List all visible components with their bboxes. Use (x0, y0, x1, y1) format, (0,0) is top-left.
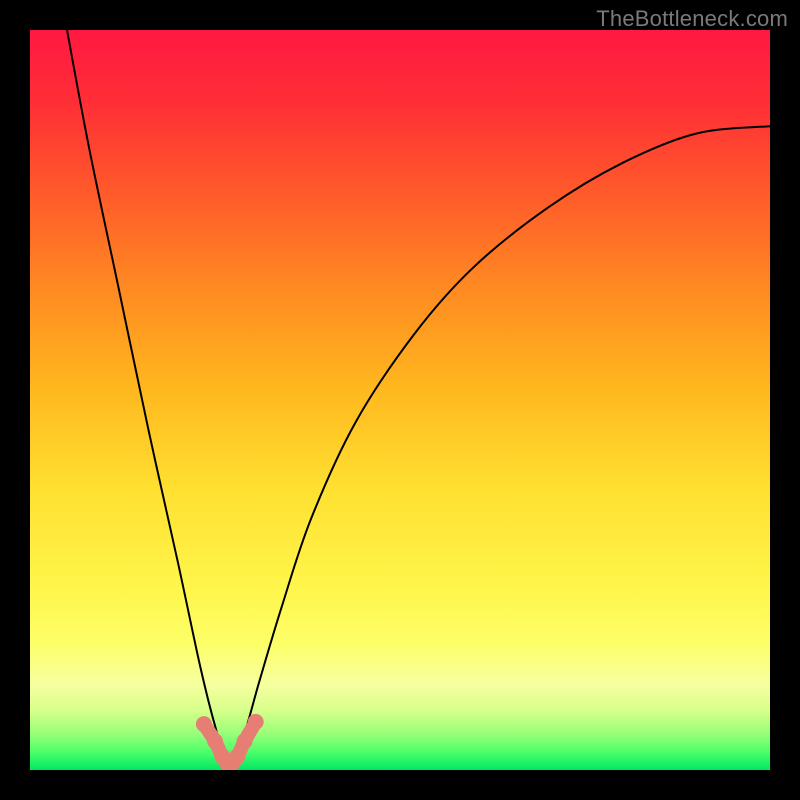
optimum-marker-dots (196, 714, 264, 770)
bottleneck-curve (30, 30, 770, 770)
watermark-text: TheBottleneck.com (596, 6, 788, 32)
main-curve-path (67, 30, 770, 770)
plot-area (30, 30, 770, 770)
chart-container: TheBottleneck.com (0, 0, 800, 800)
